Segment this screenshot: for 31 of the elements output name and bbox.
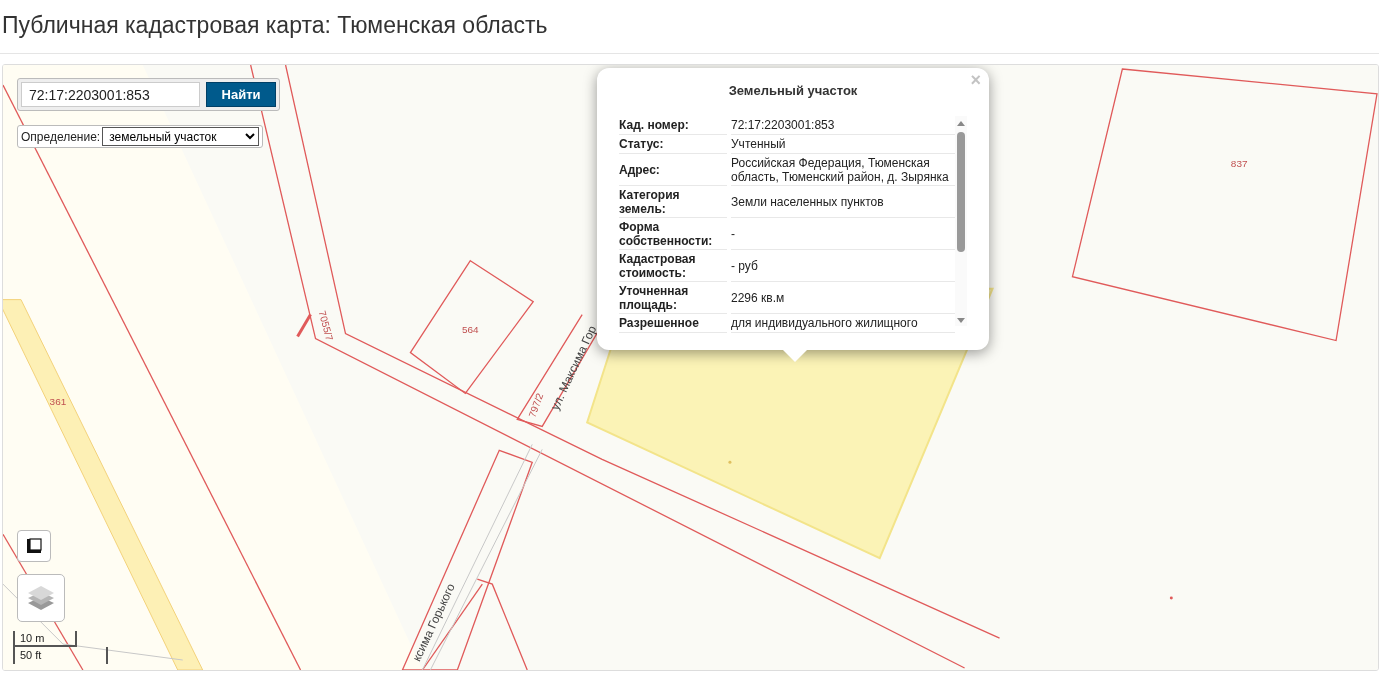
parcel-number: 797/2 [526,391,546,419]
field-label: Категория земель: [619,186,727,218]
field-label: Кад. номер: [619,116,727,135]
scroll-up-icon [957,120,965,126]
field-label: Статус: [619,135,727,154]
parcel-number: 7055/7 [316,309,336,342]
parcel-number: 837 [1230,157,1248,169]
layers-button[interactable] [17,574,65,622]
field-value: Учтенный [731,135,955,154]
layers-icon [27,585,55,611]
field-label: Адрес: [619,154,727,186]
field-label: Уточненная площадь: [619,282,727,314]
field-value: 72:17:2203001:853 [731,116,955,135]
measure-button[interactable] [17,530,51,562]
scale-metric: 10 m [19,632,45,645]
search-button[interactable]: Найти [206,82,276,107]
definition-select[interactable]: земельный участок [102,127,260,146]
field-value: для индивидуального жилищного [731,314,955,333]
parcel-number: 564 [462,323,479,335]
field-label: Форма собственности: [619,218,727,250]
scale-imperial: 50 ft [19,649,42,662]
scroll-down-icon [957,318,965,324]
search-field[interactable]: 72:17:2203001:853 [21,82,200,107]
parcel-number: 361 [49,396,67,408]
ruler-icon [26,538,42,554]
field-label: Кадастровая стоимость: [619,250,727,282]
scroll-thumb[interactable] [957,132,965,252]
page-title: Публичная кадастровая карта: Тюменская область [1,11,549,40]
field-label: Разрешенное [619,314,727,333]
definition-label: Определение: [21,128,101,146]
popup-title: Земельный участок [728,82,858,100]
